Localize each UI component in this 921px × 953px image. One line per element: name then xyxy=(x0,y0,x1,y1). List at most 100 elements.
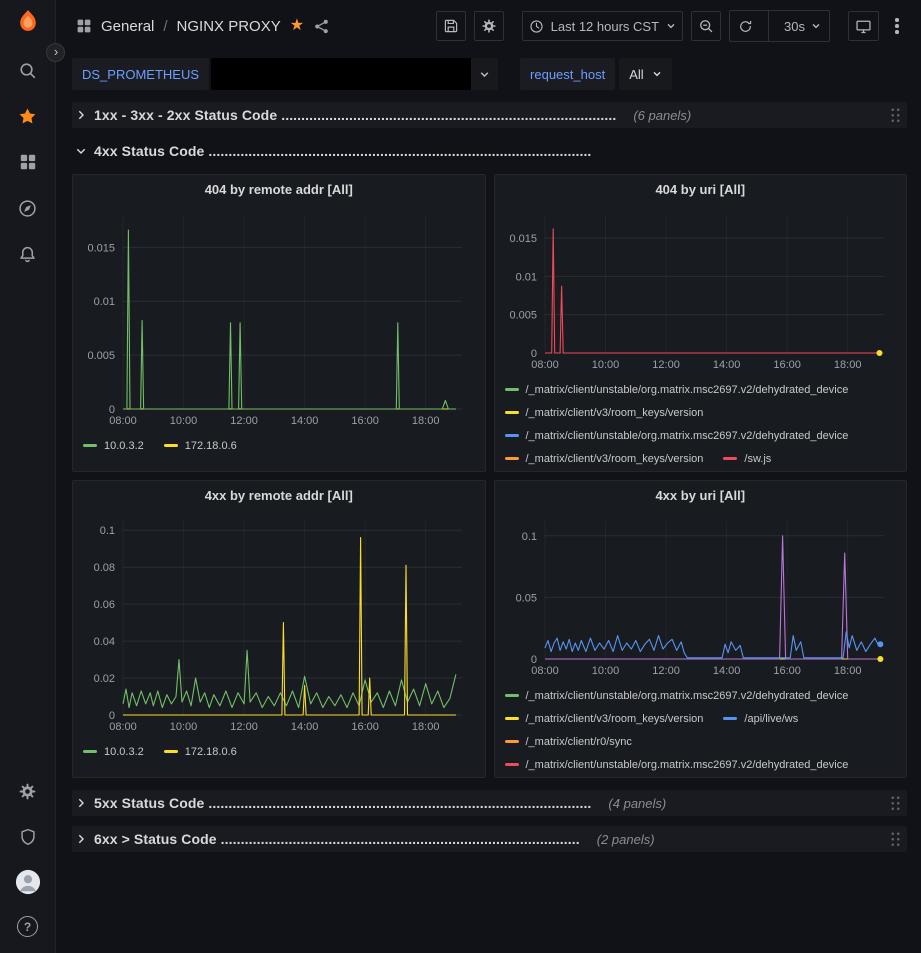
sidebar: ? xyxy=(0,0,56,953)
svg-text:0.015: 0.015 xyxy=(509,233,537,245)
row-title: 4xx Status Code ........................… xyxy=(94,143,591,159)
legend-item[interactable]: 10.0.3.2 xyxy=(83,440,144,452)
share-icon[interactable] xyxy=(313,18,330,35)
refresh-icon xyxy=(738,19,753,34)
legend-item[interactable]: 10.0.3.2 xyxy=(83,746,144,758)
panel-title[interactable]: 4xx by uri [All] xyxy=(495,481,907,511)
sidebar-item-configuration[interactable] xyxy=(0,769,55,814)
row-panel-count: (6 panels) xyxy=(633,108,691,123)
grafana-logo-icon[interactable] xyxy=(15,8,41,37)
svg-text:12:00: 12:00 xyxy=(231,415,259,427)
row-panel-count: (4 panels) xyxy=(608,796,666,811)
chevron-down-icon xyxy=(811,21,821,31)
grafana-app: ? › General / NGINX PROXY ★ xyxy=(0,0,921,953)
datasource-select[interactable] xyxy=(211,58,471,90)
legend-item[interactable]: /_matrix/client/unstable/org.matrix.msc2… xyxy=(505,430,849,442)
svg-text:18:00: 18:00 xyxy=(834,665,862,677)
panel-title[interactable]: 4xx by remote addr [All] xyxy=(73,481,485,511)
time-range-label: Last 12 hours CST xyxy=(551,19,659,34)
breadcrumb-section[interactable]: General xyxy=(101,18,154,35)
request-host-select[interactable]: All xyxy=(619,58,671,90)
time-series-chart[interactable]: 00.0050.010.01508:0010:0012:0014:0016:00… xyxy=(501,205,900,373)
sidebar-item-help[interactable]: ? xyxy=(0,904,55,949)
legend-swatch xyxy=(83,750,97,753)
svg-text:08:00: 08:00 xyxy=(531,665,559,677)
save-dashboard-button[interactable] xyxy=(436,11,466,41)
dashboard-content: 1xx - 3xx - 2xx Status Code ............… xyxy=(56,102,921,953)
sidebar-item-dashboards[interactable] xyxy=(0,139,55,185)
svg-text:12:00: 12:00 xyxy=(652,359,680,371)
legend-swatch xyxy=(164,444,178,447)
sidebar-item-alerting[interactable] xyxy=(0,231,55,277)
legend-row: /_matrix/client/v3/room_keys/version xyxy=(505,401,897,424)
time-series-chart[interactable]: 00.050.108:0010:0012:0014:0016:0018:00 xyxy=(501,511,900,679)
legend-label: /_matrix/client/unstable/org.matrix.msc2… xyxy=(526,690,849,702)
refresh-interval-dropdown[interactable]: 30s xyxy=(776,11,829,41)
svg-text:12:00: 12:00 xyxy=(231,721,259,733)
legend-item[interactable]: /_matrix/client/v3/room_keys/version xyxy=(505,407,704,419)
kiosk-mode-button[interactable] xyxy=(848,11,879,41)
legend-row: /_matrix/client/v3/room_keys/version/api… xyxy=(505,707,897,730)
avatar xyxy=(15,869,41,895)
legend-item[interactable]: /_matrix/client/unstable/org.matrix.msc2… xyxy=(505,759,849,771)
chevron-down-icon xyxy=(652,69,662,79)
favorite-star-icon[interactable]: ★ xyxy=(290,18,304,34)
svg-text:10:00: 10:00 xyxy=(592,359,620,371)
row-drag-handle[interactable] xyxy=(890,831,901,848)
panel-404-by-uri: 404 by uri [All] 00.0050.010.01508:0010:… xyxy=(494,174,908,472)
sidebar-item-explore[interactable] xyxy=(0,185,55,231)
svg-text:14:00: 14:00 xyxy=(291,415,319,427)
legend-item[interactable]: /_matrix/client/unstable/org.matrix.msc2… xyxy=(505,690,849,702)
dashboard-row-1xx-2xx-3xx[interactable]: 1xx - 3xx - 2xx Status Code ............… xyxy=(72,102,907,128)
time-range-picker[interactable]: Last 12 hours CST xyxy=(522,11,683,41)
legend-row: /_matrix/client/r0/sync xyxy=(505,730,897,753)
legend-item[interactable]: /_matrix/client/r0/sync xyxy=(505,736,632,748)
svg-text:14:00: 14:00 xyxy=(713,665,741,677)
svg-text:0.01: 0.01 xyxy=(94,296,115,308)
legend-item[interactable]: 172.18.0.6 xyxy=(164,440,237,452)
svg-text:10:00: 10:00 xyxy=(592,665,620,677)
dashboard-row-6xx[interactable]: 6xx > Status Code ......................… xyxy=(72,826,907,852)
svg-text:0.06: 0.06 xyxy=(94,599,115,611)
time-series-chart[interactable]: 00.0050.010.01508:0010:0012:0014:0016:00… xyxy=(79,205,478,429)
request-host-value: All xyxy=(629,67,643,82)
legend-row: 10.0.3.2 172.18.0.6 xyxy=(83,434,475,457)
legend-label: /_matrix/client/r0/sync xyxy=(526,736,632,748)
legend-item[interactable]: /_matrix/client/v3/room_keys/version xyxy=(505,453,704,465)
toolbar: Last 12 hours CST xyxy=(436,10,907,42)
kebab-menu-button[interactable] xyxy=(887,11,907,41)
row-drag-handle[interactable] xyxy=(890,795,901,812)
row-drag-handle[interactable] xyxy=(890,107,901,124)
dashboard-row-4xx[interactable]: 4xx Status Code ........................… xyxy=(72,138,907,164)
legend-item[interactable]: /sw.js xyxy=(723,453,771,465)
svg-text:0.1: 0.1 xyxy=(521,531,536,543)
compass-icon xyxy=(18,199,37,218)
dashboard-title[interactable]: NGINX PROXY xyxy=(177,18,281,35)
legend-label: 172.18.0.6 xyxy=(185,746,237,758)
datasource-select-caret[interactable] xyxy=(471,58,498,90)
legend-item[interactable]: /api/live/ws xyxy=(723,713,798,725)
legend-item[interactable]: /_matrix/client/unstable/org.matrix.msc2… xyxy=(505,384,849,396)
row-title: 6xx > Status Code ......................… xyxy=(94,831,580,847)
chevron-right-icon xyxy=(75,833,87,845)
dashboard-settings-button[interactable] xyxy=(474,11,504,41)
legend-item[interactable]: /_matrix/client/v3/room_keys/version xyxy=(505,713,704,725)
sidebar-collapse-button[interactable]: › xyxy=(46,43,65,62)
svg-text:08:00: 08:00 xyxy=(109,415,137,427)
panel-title[interactable]: 404 by uri [All] xyxy=(495,175,907,205)
legend-row: /_matrix/client/unstable/org.matrix.msc2… xyxy=(505,753,897,776)
panel-404-by-remote-addr: 404 by remote addr [All] 00.0050.010.015… xyxy=(72,174,486,472)
time-series-chart[interactable]: 00.020.040.060.080.108:0010:0012:0014:00… xyxy=(79,511,478,735)
legend-item[interactable]: 172.18.0.6 xyxy=(164,746,237,758)
legend: 10.0.3.2 172.18.0.6 xyxy=(73,429,485,471)
row-title: 1xx - 3xx - 2xx Status Code ............… xyxy=(94,107,616,123)
panel-title[interactable]: 404 by remote addr [All] xyxy=(73,175,485,205)
dashboard-row-5xx[interactable]: 5xx Status Code ........................… xyxy=(72,790,907,816)
refresh-button[interactable] xyxy=(730,11,761,41)
sidebar-item-starred[interactable] xyxy=(0,93,55,139)
sidebar-item-server-admin[interactable] xyxy=(0,814,55,859)
svg-text:0.02: 0.02 xyxy=(94,673,115,685)
sidebar-item-profile[interactable] xyxy=(0,859,55,904)
zoom-out-button[interactable] xyxy=(691,11,721,41)
legend-swatch xyxy=(723,457,737,460)
